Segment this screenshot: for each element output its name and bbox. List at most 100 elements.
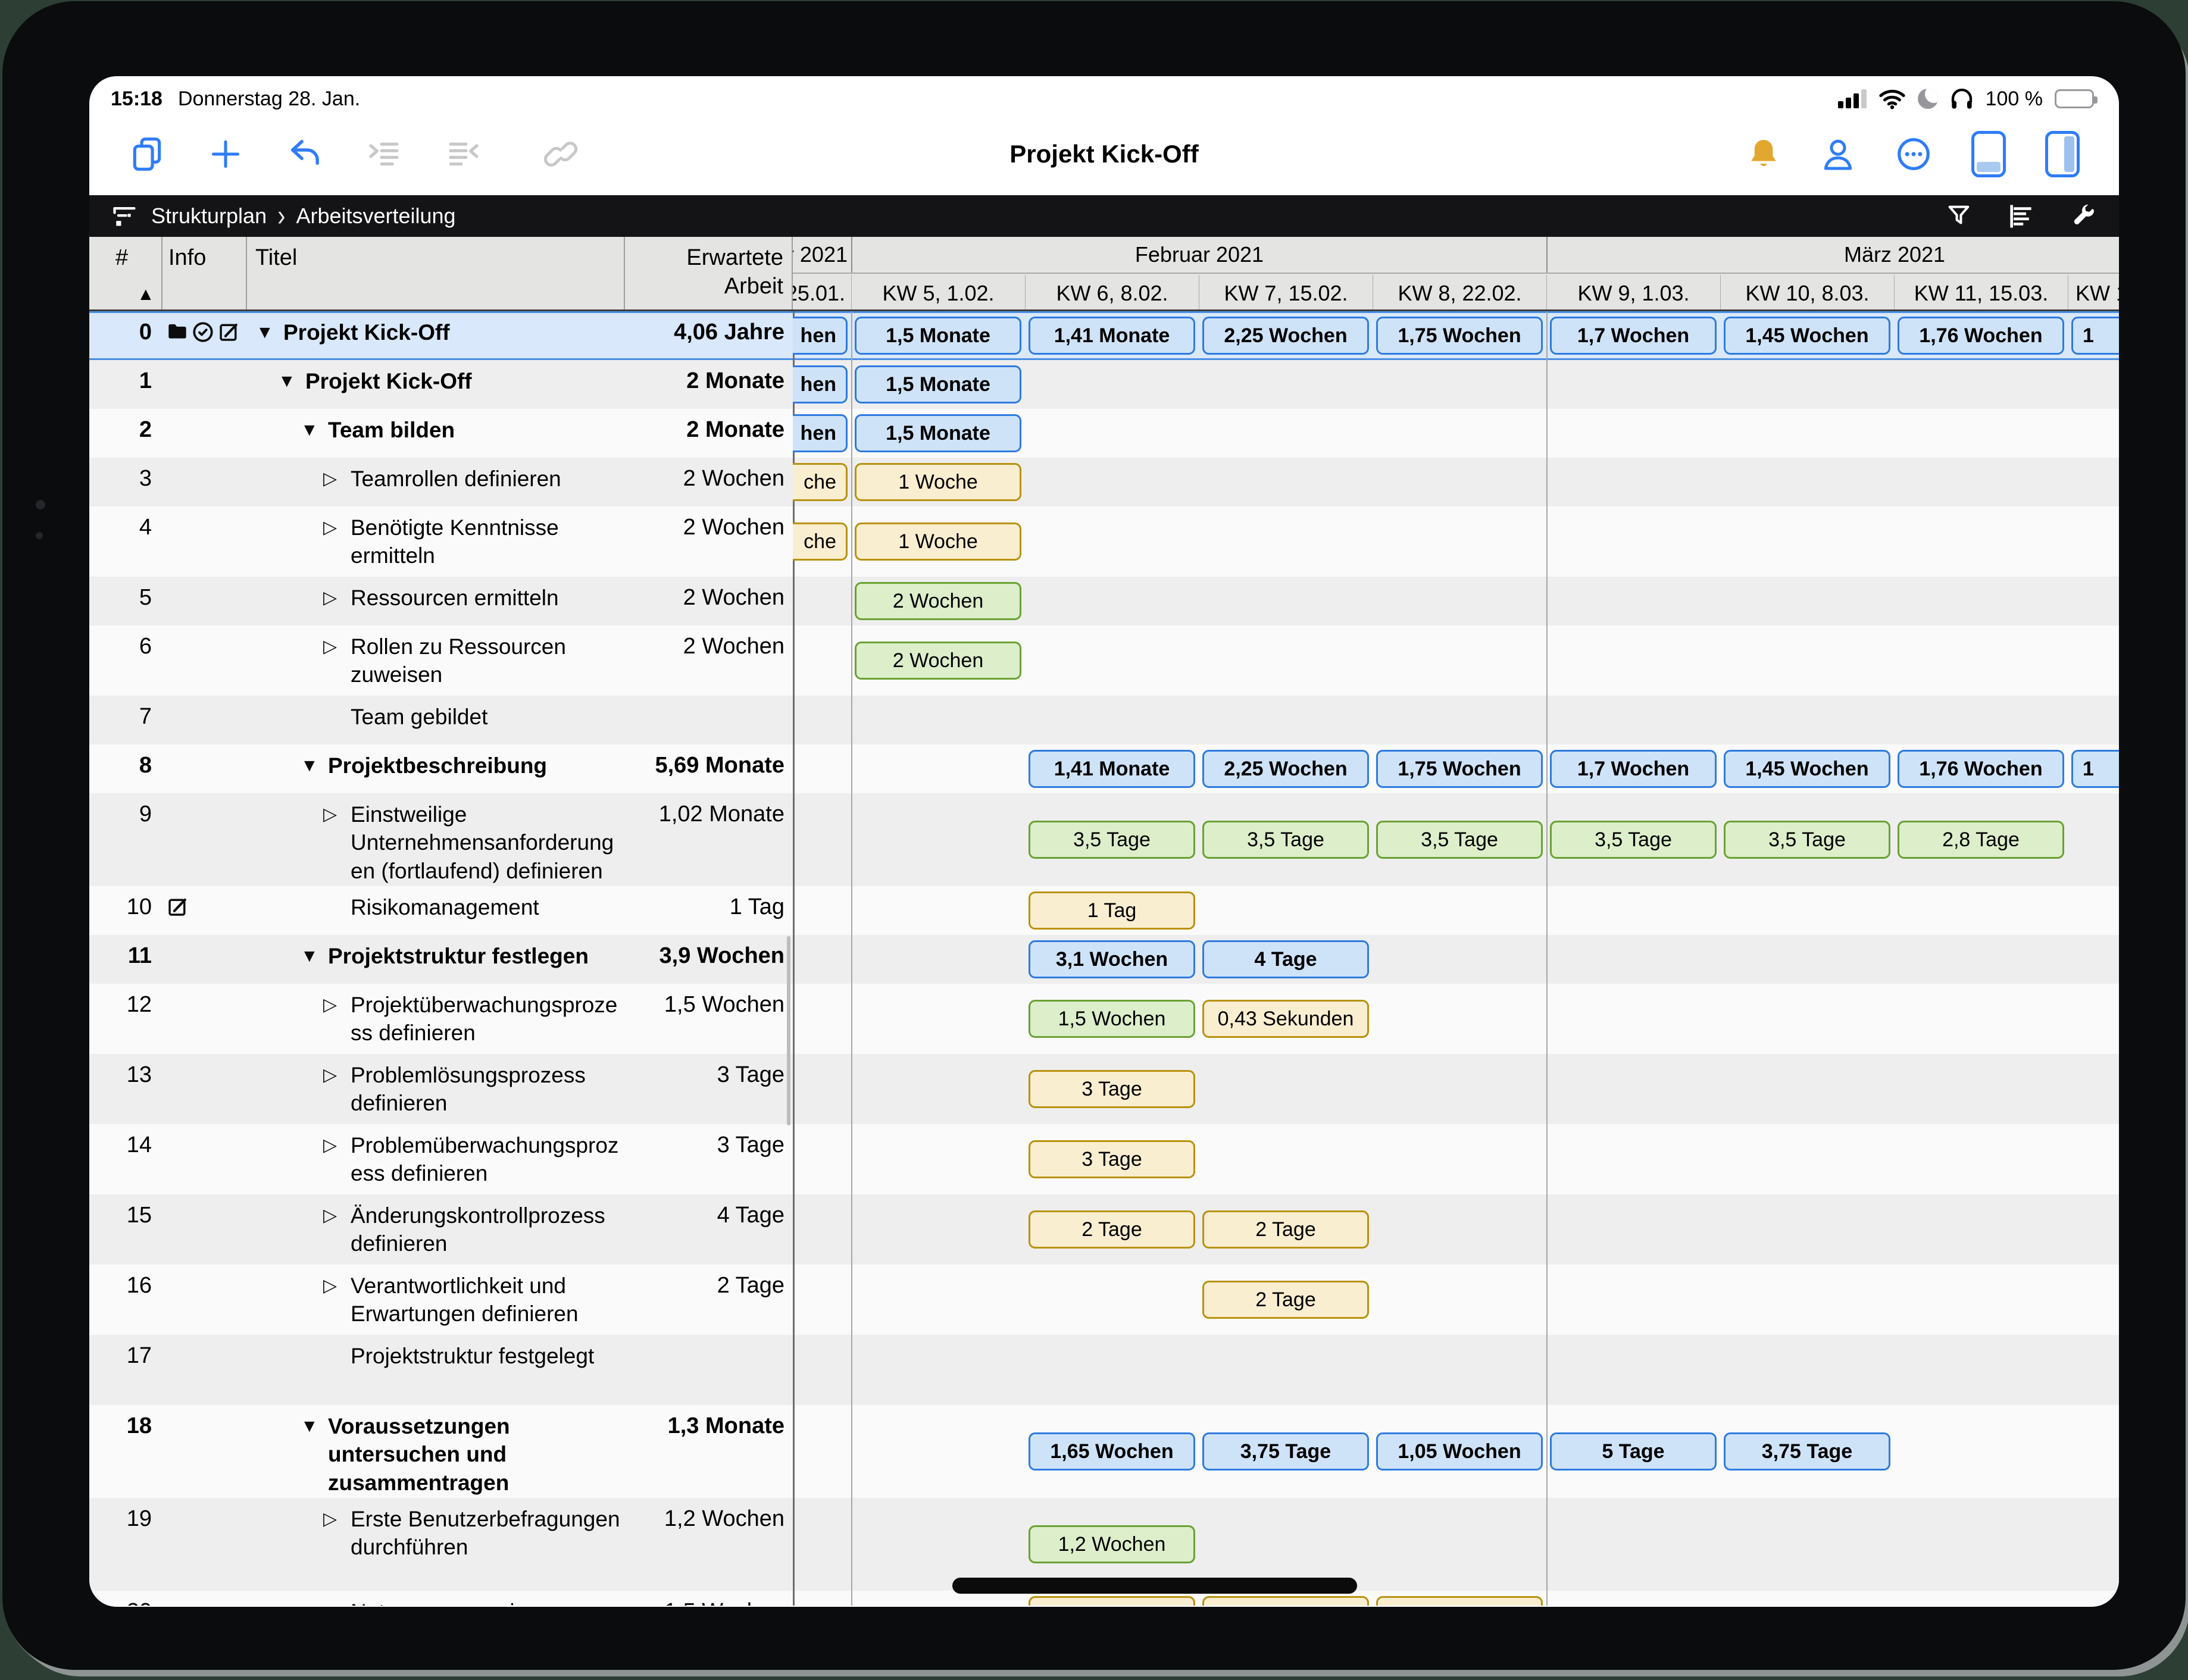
gantt-cell[interactable]: hen [793,414,848,452]
gantt-cell[interactable]: 3,75 Tage [1202,1432,1369,1471]
disclosure-right-icon[interactable]: ▷ [323,465,351,506]
gantt-cell[interactable]: 1,45 Wochen [1724,317,1890,355]
column-header-expected-work[interactable]: Erwartete Arbeit [625,237,793,309]
disclosure-down-icon[interactable]: ▼ [278,367,305,409]
gantt-cell[interactable]: 2 Tage [1202,1281,1369,1319]
gantt-cell[interactable]: 1 Tag [1029,891,1195,930]
gantt-cell[interactable]: 0,43 Sekunden [1202,1000,1369,1038]
link-icon[interactable] [543,136,579,172]
gantt-cell[interactable]: 1,5 Tage [1376,1596,1543,1606]
column-header-info[interactable]: Info [162,237,247,309]
notifications-bell-icon[interactable] [1746,136,1781,172]
tools-icon[interactable] [2069,202,2098,230]
table-row[interactable]: 9▷Einstweilige Unternehmensanforderungen… [89,793,2119,886]
table-row[interactable]: 18▼Voraussetzungen untersuchen und zusam… [89,1405,2119,1498]
outdent-icon[interactable] [445,136,482,173]
disclosure-right-icon[interactable]: ▷ [323,991,351,1054]
vertical-scrollbar[interactable] [787,936,790,1125]
gantt-cell[interactable]: 1,76 Wochen [1898,317,2064,355]
disclosure-down-icon[interactable]: ▼ [301,1412,328,1498]
view-right-panel-icon[interactable] [2045,131,2080,177]
gantt-cell[interactable]: 3,1 Wochen [1029,940,1195,978]
column-header-number[interactable]: # ▲ [89,237,162,309]
table-row[interactable]: 1▼Projekt Kick-Off2 Monatehen1,5 Monate [89,360,2119,409]
table-row[interactable]: 5▷Ressourcen ermitteln2 Wochen2 Wochen [89,577,2119,625]
disclosure-right-icon[interactable]: ▷ [323,514,351,577]
disclosure-right-icon[interactable]: ▷ [323,1202,351,1265]
gantt-cell[interactable]: 1,75 Wochen [1376,750,1543,788]
gantt-cell[interactable]: 3,5 Tage [1376,821,1543,859]
gantt-cell[interactable]: 1,5 Monate [855,414,1021,452]
gantt-cell[interactable]: 1,7 Wochen [1550,317,1717,355]
table-row[interactable]: 17Projektstruktur festgelegt [89,1335,2119,1405]
table-row[interactable]: 2▼Team bilden2 Monatehen1,5 Monate [89,409,2119,458]
table-row[interactable]: 13▷Problemlösungsprozess definieren3 Tag… [89,1054,2119,1124]
gantt-cell[interactable]: 3 Tage [1029,1140,1195,1178]
column-header-title[interactable]: Titel [247,237,625,309]
gantt-cell[interactable]: 2,25 Wochen [1202,750,1369,788]
gantt-cell[interactable]: hen [793,317,848,355]
more-icon[interactable] [1895,136,1932,173]
disclosure-right-icon[interactable]: ▷ [323,1598,351,1606]
gantt-cell[interactable]: 2 Tage [1029,1210,1195,1249]
structure-view-icon[interactable] [111,203,138,229]
gantt-cell[interactable]: 3,5 Tage [1202,821,1369,859]
view-bottom-panel-icon[interactable] [1971,131,2006,177]
disclosure-down-icon[interactable]: ▼ [256,318,283,360]
table-row[interactable]: 6▷Rollen zu Ressourcen zuweisen2 Wochen2… [89,625,2119,696]
table-row[interactable]: 15▷Änderungskontrollprozess definieren4 … [89,1194,2119,1265]
horizontal-scrollbar[interactable] [952,1578,1357,1594]
gantt-cell[interactable]: 1,45 Wochen [1724,750,1890,788]
gantt-cell[interactable]: 1,5 Monate [855,365,1021,403]
table-row[interactable]: 16▷Verantwortlichkeit und Erwartungen de… [89,1265,2119,1335]
gantt-cell[interactable]: 1,05 Wochen [1376,1432,1543,1471]
table-row[interactable]: 19▷Erste Benutzerbefragungen durchführen… [89,1498,2119,1591]
gantt-cell[interactable]: 2,25 Tage [1029,1596,1195,1606]
disclosure-down-icon[interactable]: ▼ [301,416,328,458]
disclosure-right-icon[interactable]: ▷ [323,584,351,625]
table-row[interactable]: 0▼Projekt Kick-Off4,06 Jahrehen1,5 Monat… [89,311,2119,360]
gantt-cell[interactable]: 4 Tage [1202,940,1369,978]
disclosure-down-icon[interactable]: ▼ [301,942,328,984]
gantt-cell[interactable]: 1,76 Wochen [1898,750,2064,788]
table-row[interactable]: 11▼Projektstruktur festlegen3,9 Wochen3,… [89,935,2119,984]
disclosure-right-icon[interactable]: ▷ [323,633,351,696]
gantt-cell[interactable]: 3,5 Tage [1724,821,1890,859]
gantt-cell[interactable]: 5 Tage [1550,1432,1717,1471]
gantt-cell[interactable]: 2,25 Wochen [1202,317,1369,355]
gantt-cell[interactable]: 3,5 Tage [1550,821,1717,859]
indent-icon[interactable] [365,136,402,173]
gantt-cell[interactable]: 1,7 Wochen [1550,750,1717,788]
table-row[interactable]: 10Risikomanagement1 Tag1 Tag [89,886,2119,935]
filter-icon[interactable] [1945,202,1973,230]
gantt-cell[interactable]: 3 Tage [1029,1070,1195,1108]
documents-icon[interactable] [129,136,165,173]
table-row[interactable]: 8▼Projektbeschreibung5,69 Monate1,41 Mon… [89,744,2119,793]
table-row[interactable]: 7Team gebildet [89,696,2119,744]
gantt-cell[interactable]: 1 Woche [855,463,1021,501]
gantt-cell[interactable]: 1,65 Wochen [1029,1432,1195,1471]
gantt-cell[interactable]: 1 Woche [855,523,1021,561]
undo-icon[interactable] [286,136,323,173]
disclosure-right-icon[interactable]: ▷ [323,1131,351,1194]
gantt-cell[interactable]: 1,5 Monate [855,317,1021,355]
table-row[interactable]: 4▷Benötigte Kenntnisse ermitteln2 Wochen… [89,506,2119,577]
outline-icon[interactable] [2007,202,2034,230]
gantt-cell[interactable]: 3,75 Tage [1202,1596,1369,1606]
gantt-cell[interactable]: 3,75 Tage [1724,1432,1890,1471]
gantt-cell[interactable]: 1 [2071,750,2119,788]
gantt-cell[interactable]: 1,2 Wochen [1029,1525,1195,1563]
disclosure-right-icon[interactable]: ▷ [323,1505,351,1591]
table-row[interactable]: 3▷Teamrollen definieren2 Wochenche1 Woch… [89,458,2119,506]
gantt-cell[interactable]: hen [793,365,848,403]
account-icon[interactable] [1820,136,1856,173]
add-icon[interactable] [208,137,243,171]
gantt-cell[interactable]: che [793,523,848,561]
gantt-cell[interactable]: 2 Wochen [855,582,1021,620]
disclosure-right-icon[interactable]: ▷ [323,800,351,886]
gantt-cell[interactable]: 2 Wochen [855,642,1021,680]
gantt-cell[interactable]: 1,5 Wochen [1029,1000,1195,1038]
disclosure-down-icon[interactable]: ▼ [301,752,328,793]
table-row[interactable]: 14▷Problemüberwachungsprozess definieren… [89,1124,2119,1194]
gantt-cell[interactable]: che [793,463,848,501]
